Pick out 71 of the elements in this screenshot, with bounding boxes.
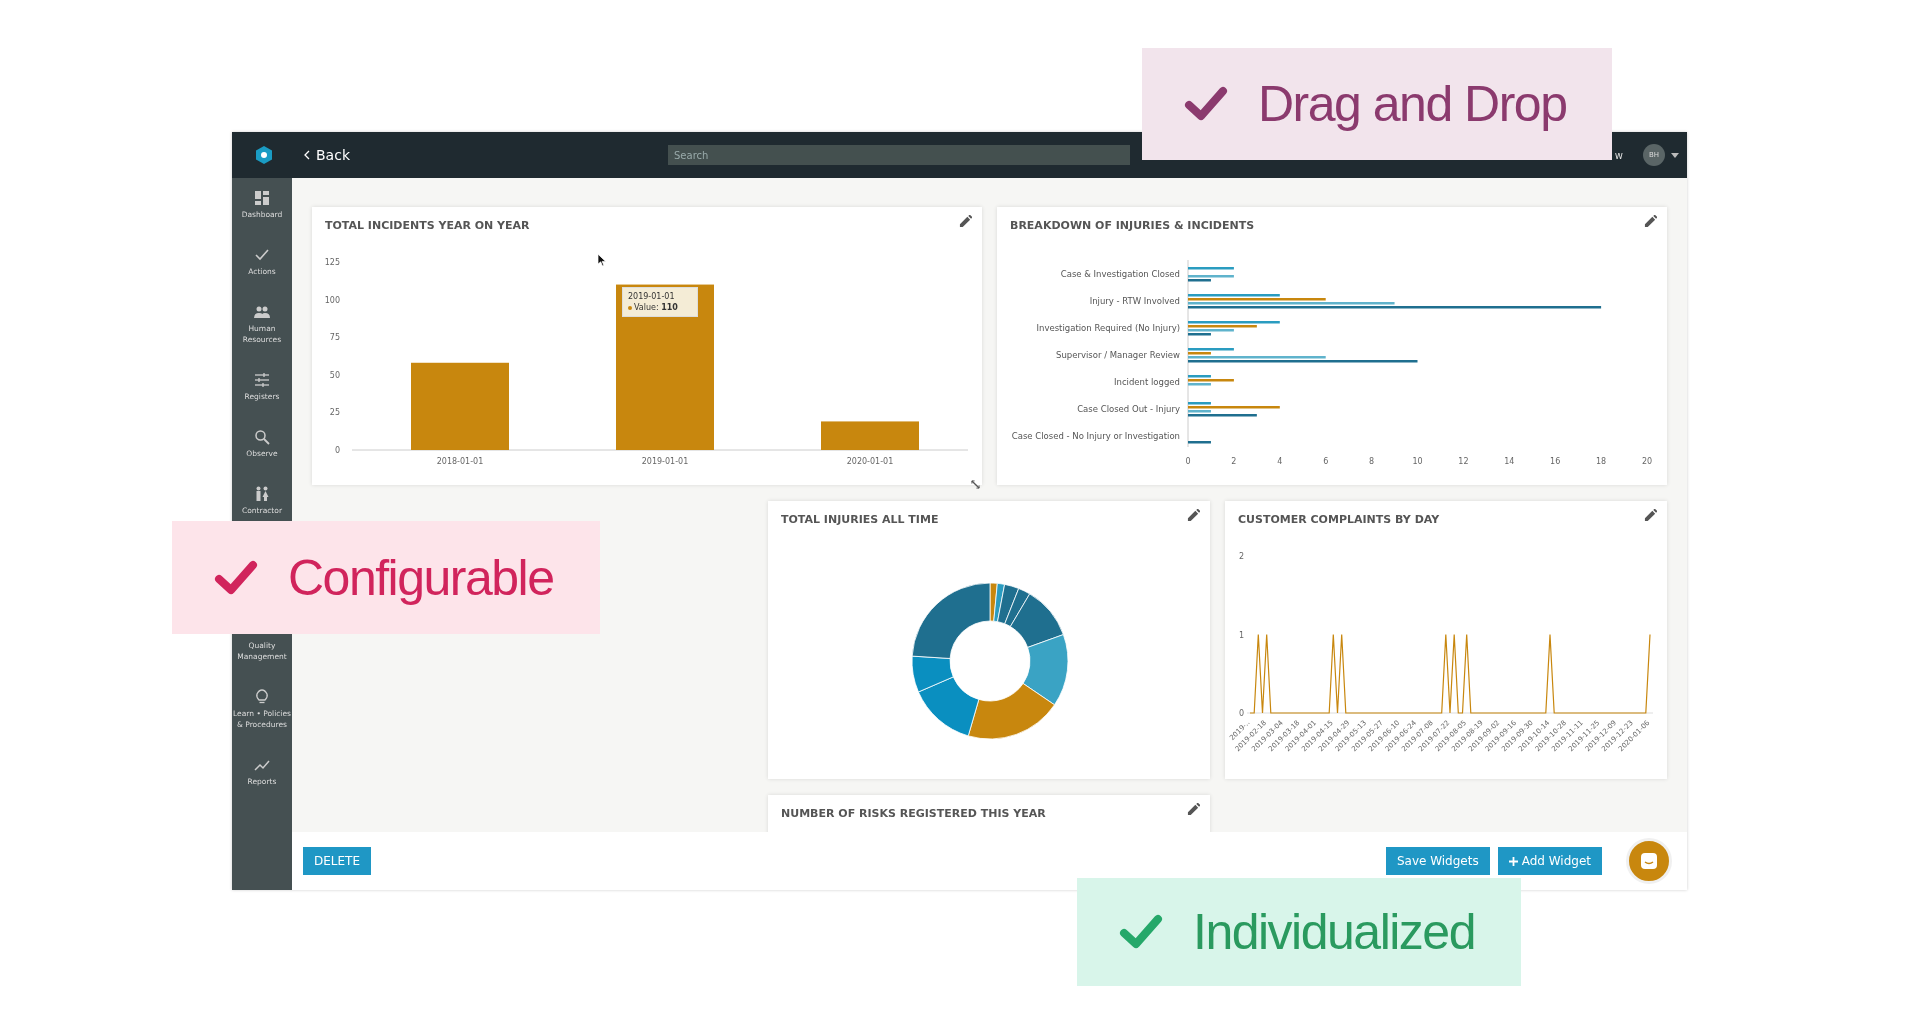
axis-tick-label: Supervisor / Manager Review	[1056, 350, 1180, 360]
axis-tick-label: Case Closed - No Injury or Investigation	[1011, 431, 1180, 441]
light-bulb-icon[interactable]	[254, 689, 270, 705]
axis-tick-label: 18	[1596, 457, 1607, 466]
axis-tick-label: 14	[1504, 457, 1515, 466]
tooltip-value: Value: 110	[628, 303, 692, 312]
widget-title: BREAKDOWN OF INJURIES & INCIDENTS	[1010, 219, 1255, 232]
axis-tick-label: 2	[1239, 552, 1245, 561]
pencil-icon[interactable]	[1644, 509, 1657, 522]
save-widgets-button[interactable]: Save Widgets	[1385, 847, 1490, 875]
menu-text: w	[1614, 149, 1623, 161]
axis-tick-label: Case Closed Out - Injury	[1077, 404, 1180, 414]
pencil-icon[interactable]	[1644, 215, 1657, 228]
chevron-left-icon[interactable]	[304, 150, 310, 160]
add-widget-button[interactable]: Add Widget	[1497, 847, 1602, 875]
axis-tick-label: 75	[329, 333, 340, 343]
callout-text: Individualized	[1193, 903, 1475, 961]
axis-tick-label: 12	[1458, 457, 1469, 466]
two-persons-icon[interactable]	[254, 486, 270, 502]
widget-title: TOTAL INCIDENTS YEAR ON YEAR	[325, 219, 530, 232]
axis-tick-label: 125	[324, 258, 340, 267]
axis-tick-label: 6	[1323, 457, 1329, 466]
axis-tick-label: 2020-01-01	[846, 457, 894, 466]
bar	[1188, 267, 1234, 270]
search-icon[interactable]	[254, 429, 270, 445]
axis-tick-label: 10	[1412, 457, 1423, 466]
back-link[interactable]: Back	[304, 147, 350, 163]
resize-handle-icon[interactable]	[971, 480, 980, 489]
people-icon[interactable]	[254, 304, 270, 320]
bar	[1188, 441, 1211, 444]
axis-tick-label: 0	[334, 446, 340, 455]
callout-text: Drag and Drop	[1258, 75, 1567, 133]
pencil-icon[interactable]	[1187, 803, 1200, 816]
axis-tick-label: 0	[1239, 709, 1245, 718]
check-icon	[1184, 86, 1228, 122]
axis-tick-label: Incident logged	[1114, 377, 1180, 387]
axis-tick-label: 4	[1277, 457, 1283, 466]
caret-icon[interactable]	[1671, 152, 1679, 158]
check-icon	[1119, 914, 1163, 950]
pencil-icon[interactable]	[959, 215, 972, 228]
dashboard-grid-icon[interactable]	[254, 190, 270, 206]
axis-tick-label: 0	[1185, 457, 1191, 466]
axis-tick-label: Investigation Required (No Injury)	[1036, 323, 1180, 333]
pencil-icon[interactable]	[1187, 509, 1200, 522]
chat-bubble-icon	[1639, 851, 1659, 871]
axis-tick-label: 2	[1231, 457, 1237, 466]
check-icon[interactable]	[254, 247, 270, 263]
chat-button[interactable]	[1626, 838, 1672, 884]
axis-tick-label: 25	[329, 408, 340, 418]
axis-tick-label: 16	[1550, 457, 1561, 466]
axis-tick-label: 20	[1641, 457, 1653, 466]
axis-tick-label: 2018-01-01	[436, 457, 484, 466]
mouse-pointer-icon	[598, 254, 607, 267]
axis-tick-label: 100	[324, 295, 340, 305]
axis-tick-label: Case & Investigation Closed	[1060, 269, 1180, 279]
widget-title: CUSTOMER COMPLAINTS BY DAY	[1238, 513, 1440, 526]
delete-button[interactable]: DELETE	[303, 847, 371, 875]
search-field[interactable]: Search	[668, 145, 1130, 165]
callout-text: Configurable	[288, 548, 554, 607]
axis-tick-label: 1	[1239, 630, 1245, 640]
tooltip-date: 2019-01-01	[628, 292, 676, 301]
widget-title: NUMBER OF RISKS REGISTERED THIS YEAR	[781, 807, 1046, 820]
check-icon	[214, 559, 258, 596]
axis-tick-label: Injury - RTW Involved	[1089, 296, 1180, 306]
axis-tick-label: 50	[329, 370, 340, 380]
axis-tick-label: 8	[1369, 457, 1375, 466]
sliders-icon[interactable]	[254, 372, 270, 388]
hexagon-logo-icon	[254, 145, 274, 165]
plus-icon	[1508, 856, 1518, 866]
widget-title: TOTAL INJURIES ALL TIME	[781, 513, 939, 526]
axis-tick-label: 2019-01-01	[641, 457, 689, 466]
